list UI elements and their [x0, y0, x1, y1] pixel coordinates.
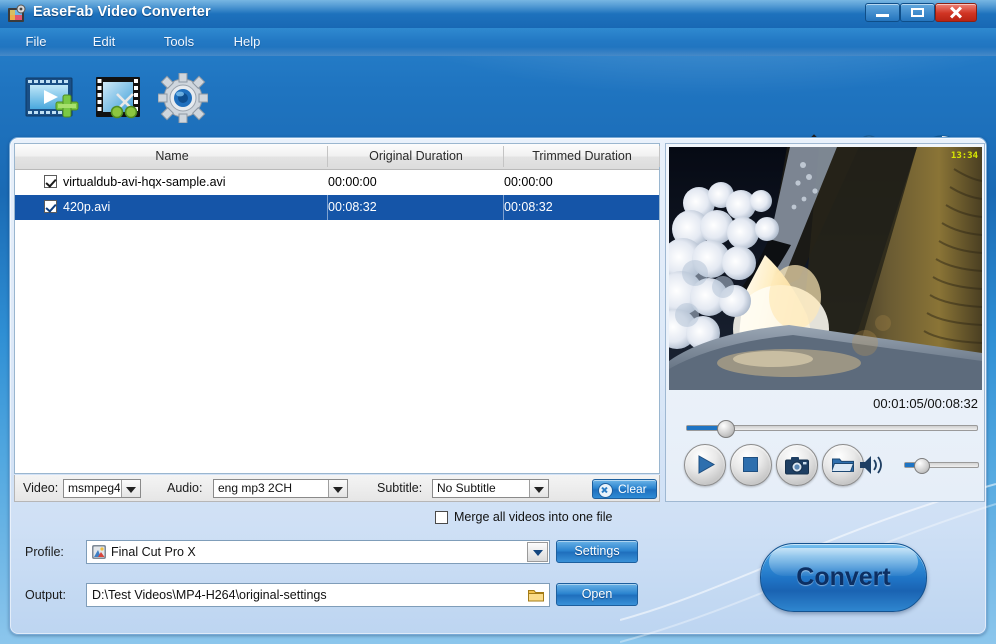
- cell-name: virtualdub-avi-hqx-sample.avi: [63, 175, 226, 189]
- chevron-down-icon[interactable]: [328, 480, 347, 497]
- play-button[interactable]: [684, 444, 726, 486]
- menu-item-edit[interactable]: Edit: [82, 28, 126, 56]
- snapshot-button[interactable]: [776, 444, 818, 486]
- window-title: EaseFab Video Converter: [33, 4, 211, 20]
- cell-original-duration: 00:00:00: [328, 175, 377, 189]
- subtitle-label: Subtitle:: [377, 481, 423, 495]
- menu-item-file[interactable]: File: [14, 28, 58, 56]
- video-frame-image: [669, 147, 982, 390]
- settings-button[interactable]: [158, 73, 208, 123]
- edit-video-button[interactable]: [95, 74, 147, 122]
- video-label: Video:: [23, 481, 59, 495]
- open-folder-button[interactable]: [822, 444, 864, 486]
- open-output-button[interactable]: Open: [556, 583, 638, 606]
- profile-label: Profile:: [25, 545, 64, 559]
- audio-track-select[interactable]: eng mp3 2CH: [213, 479, 348, 498]
- column-header-trimmed-duration[interactable]: Trimmed Duration: [504, 144, 660, 169]
- profile-value: Final Cut Pro X: [111, 545, 196, 559]
- row-checkbox[interactable]: [44, 175, 57, 188]
- film-reel-icon: [8, 4, 26, 22]
- menu-bar: File Edit Tools Help: [0, 28, 996, 56]
- clear-x-circle-icon: [598, 483, 613, 498]
- volume-knob[interactable]: [914, 458, 931, 474]
- folder-icon[interactable]: [528, 588, 544, 602]
- seek-knob[interactable]: [716, 420, 735, 438]
- clear-button[interactable]: Clear: [592, 479, 657, 499]
- folder-open-icon: [832, 458, 854, 472]
- settings-profile-button[interactable]: Settings: [556, 540, 638, 563]
- file-list: Name Original Duration Trimmed Duration …: [14, 143, 660, 474]
- stop-button[interactable]: [730, 444, 772, 486]
- subtitle-select[interactable]: No Subtitle: [432, 479, 549, 498]
- minimize-button[interactable]: [865, 3, 900, 22]
- volume-slider[interactable]: [904, 458, 979, 474]
- preview-panel: 13:34 00:01:05/00:08:32: [665, 143, 985, 502]
- clear-button-label: Clear: [618, 482, 647, 496]
- cell-trimmed-duration: 00:08:32: [504, 200, 553, 214]
- close-button[interactable]: [935, 3, 977, 22]
- table-row[interactable]: 420p.avi 00:08:32 00:08:32: [15, 195, 659, 220]
- row-checkbox[interactable]: [44, 200, 57, 213]
- video-timestamp-overlay: 13:34: [950, 151, 978, 161]
- video-preview[interactable]: 13:34: [669, 147, 982, 390]
- audio-label: Audio:: [167, 481, 203, 495]
- subtitle-value: No Subtitle: [437, 481, 496, 495]
- chevron-down-icon[interactable]: [527, 542, 548, 562]
- seek-slider[interactable]: [686, 420, 978, 438]
- chevron-down-icon[interactable]: [121, 480, 140, 497]
- codec-bar: Video: msmpeg4v2 Audio: eng mp3 2CH Subt…: [14, 475, 660, 502]
- column-header-original-duration[interactable]: Original Duration: [328, 144, 504, 169]
- profile-select[interactable]: Final Cut Pro X: [86, 540, 550, 564]
- output-path-value: D:\Test Videos\MP4-H264\original-setting…: [92, 588, 327, 602]
- convert-button-label: Convert: [796, 563, 891, 591]
- speaker-icon[interactable]: [859, 454, 885, 476]
- cell-original-duration: 00:08:32: [328, 200, 377, 214]
- playback-time-display: 00:01:05/00:08:32: [873, 396, 978, 411]
- final-cut-pro-icon: [92, 545, 106, 559]
- menu-item-help[interactable]: Help: [224, 28, 270, 56]
- add-video-button[interactable]: [25, 74, 82, 122]
- chevron-down-icon[interactable]: [529, 480, 548, 497]
- maximize-button[interactable]: [900, 3, 935, 22]
- cell-trimmed-duration: 00:00:00: [504, 175, 553, 189]
- menu-item-tools[interactable]: Tools: [152, 28, 206, 56]
- play-icon: [698, 455, 715, 474]
- video-codec-select[interactable]: msmpeg4v2: [63, 479, 141, 498]
- file-list-header: Name Original Duration Trimmed Duration: [15, 144, 660, 170]
- toolbar: [0, 56, 996, 177]
- stop-icon: [743, 457, 758, 472]
- checkbox-box[interactable]: [435, 511, 448, 524]
- output-label: Output:: [25, 588, 66, 602]
- column-header-name[interactable]: Name: [16, 144, 328, 169]
- convert-button[interactable]: Convert: [760, 543, 927, 612]
- application-window: EaseFab Video Converter File Edit Tools …: [0, 0, 996, 644]
- video-codec-value: msmpeg4v2: [68, 481, 120, 495]
- table-row[interactable]: virtualdub-avi-hqx-sample.avi 00:00:00 0…: [15, 170, 659, 195]
- output-path-field[interactable]: D:\Test Videos\MP4-H264\original-setting…: [86, 583, 550, 607]
- title-bar: EaseFab Video Converter: [0, 0, 996, 28]
- audio-track-value: eng mp3 2CH: [218, 481, 293, 495]
- camera-icon: [785, 457, 809, 475]
- cell-name: 420p.avi: [63, 200, 111, 214]
- merge-videos-label: Merge all videos into one file: [454, 510, 613, 524]
